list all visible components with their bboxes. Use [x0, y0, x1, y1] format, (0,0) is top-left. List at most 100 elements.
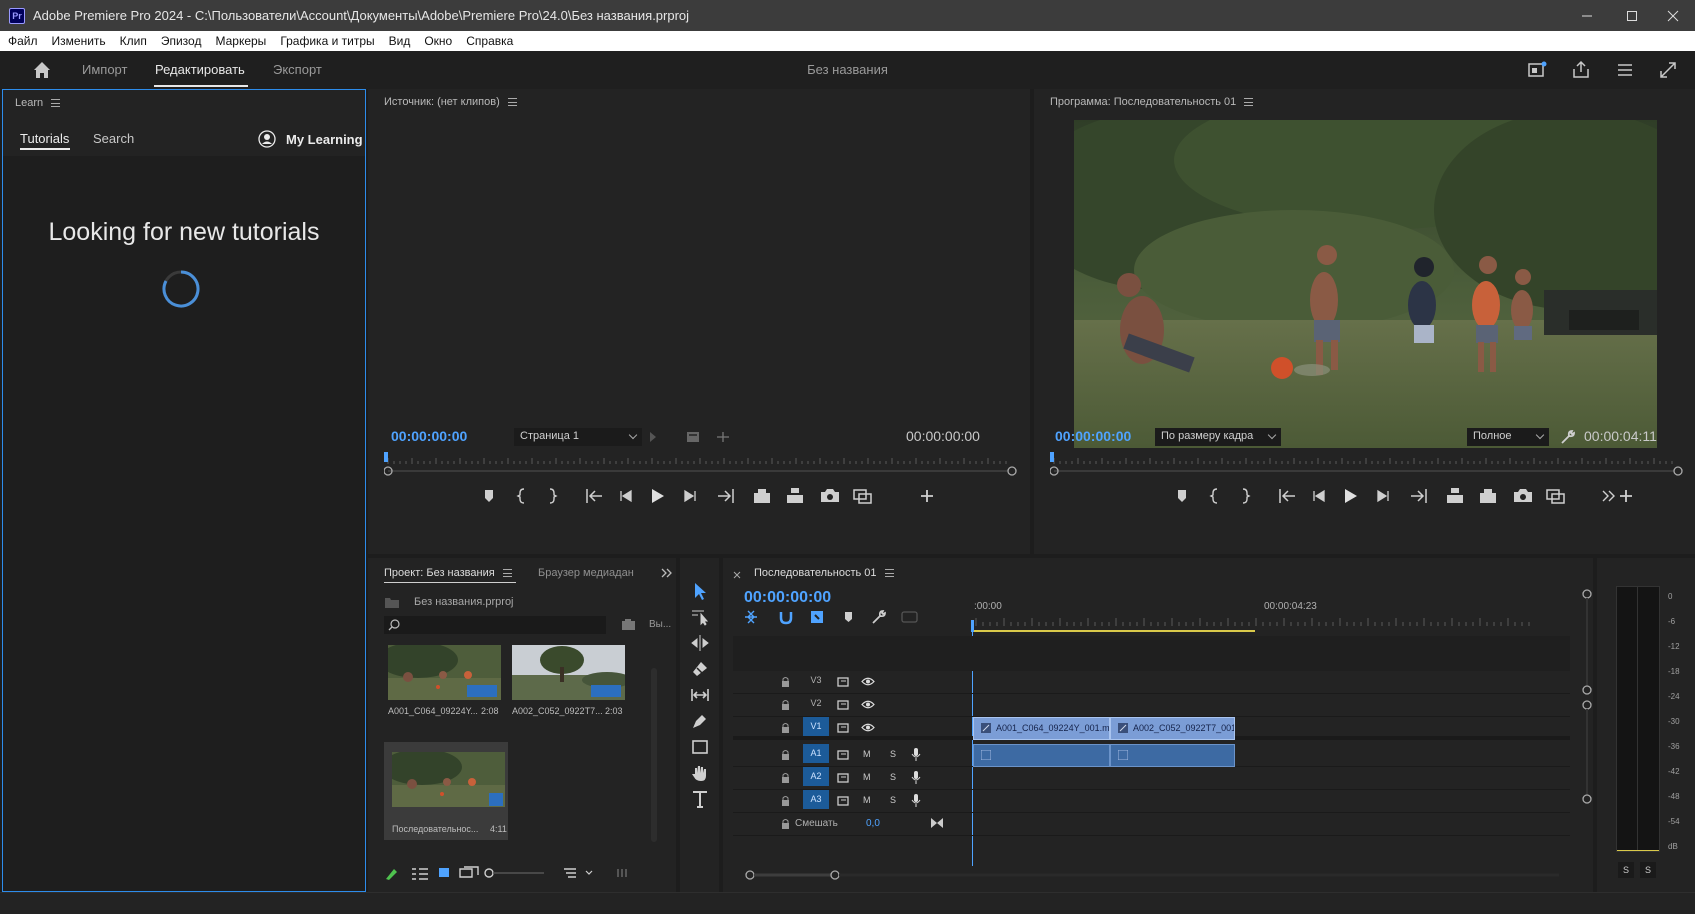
menu-edit[interactable]: Изменить [52, 34, 106, 48]
fullscreen-button[interactable] [1657, 59, 1679, 81]
mute-button[interactable]: M [863, 772, 871, 782]
track-label[interactable]: A3 [803, 790, 829, 809]
solo-left-button[interactable]: S [1618, 862, 1634, 878]
work-area-bar[interactable] [972, 630, 1255, 632]
track-label[interactable]: V3 [803, 671, 829, 690]
my-learning-button[interactable]: My Learning [258, 130, 363, 148]
overflow-chevrons-icon[interactable] [661, 568, 673, 578]
settings-square-icon[interactable] [686, 430, 700, 444]
track-v3[interactable]: V3 [733, 671, 1570, 694]
timeline-clip-audio[interactable] [1110, 744, 1235, 767]
empty-track-area[interactable] [733, 636, 1570, 671]
workspaces-button[interactable] [1614, 59, 1636, 81]
panel-menu-icon[interactable] [1244, 98, 1254, 107]
solo-button[interactable]: S [890, 772, 896, 782]
track-a3[interactable]: A3 M S [733, 790, 1570, 813]
lock-icon[interactable] [781, 772, 790, 783]
lock-icon[interactable] [781, 699, 790, 710]
solo-button[interactable]: S [890, 795, 896, 805]
microphone-icon[interactable] [911, 747, 921, 762]
source-page-select[interactable]: Страница 1 [514, 428, 642, 446]
panel-menu-icon[interactable] [884, 569, 894, 578]
solo-right-button[interactable]: S [1640, 862, 1656, 878]
project-view-label[interactable]: Вы... [649, 619, 671, 630]
tab-tutorials[interactable]: Tutorials [20, 131, 69, 146]
ripple-edit-tool-icon[interactable] [689, 632, 711, 654]
panel-menu-icon[interactable] [502, 569, 512, 578]
track-label[interactable]: A1 [803, 744, 829, 763]
menu-view[interactable]: Вид [389, 34, 411, 48]
solo-button[interactable]: S [890, 749, 896, 759]
menu-window[interactable]: Окно [424, 34, 452, 48]
track-v2[interactable]: V2 [733, 694, 1570, 717]
minimize-button[interactable] [1564, 0, 1610, 31]
source-viewer[interactable] [368, 117, 1030, 447]
tab-search[interactable]: Search [93, 131, 134, 146]
program-time-ruler[interactable] [1050, 452, 1686, 476]
new-bin-icon[interactable] [621, 618, 637, 632]
panel-menu-icon[interactable] [51, 99, 61, 108]
mute-button[interactable]: M [863, 795, 871, 805]
source-timecode-in[interactable]: 00:00:00:00 [391, 428, 467, 444]
close-icon[interactable] [733, 571, 741, 579]
sync-lock-icon[interactable] [837, 722, 851, 733]
track-label[interactable]: A2 [803, 767, 829, 786]
eye-icon[interactable] [861, 699, 875, 710]
media-browser-tab[interactable]: Браузер медиадан [538, 567, 634, 579]
timeline-clip-video[interactable]: A001_C064_09224Y_001.mp [973, 717, 1110, 740]
program-quality-select[interactable]: Полное [1467, 428, 1549, 446]
timeline-toolbar[interactable] [743, 608, 923, 626]
program-video-frame[interactable] [1074, 120, 1657, 448]
selection-tool-icon[interactable] [689, 580, 711, 602]
track-select-tool-icon[interactable] [689, 606, 711, 628]
go-to-end-icon[interactable] [930, 817, 944, 829]
project-tab[interactable]: Проект: Без названия [384, 567, 512, 579]
timeline-horizontal-scrollbar[interactable] [744, 869, 1564, 881]
track-label[interactable]: V1 [803, 717, 829, 736]
program-transport-controls[interactable] [1173, 485, 1693, 507]
lock-icon[interactable] [781, 722, 790, 733]
track-a2[interactable]: A2 M S [733, 767, 1570, 790]
timeline-clip-video[interactable]: A002_C052_0922T7_001. [1110, 717, 1235, 740]
mute-button[interactable]: M [863, 749, 871, 759]
timeline-ruler[interactable] [972, 614, 1532, 628]
maximize-button[interactable] [1609, 0, 1655, 31]
timeline-timecode[interactable]: 00:00:00:00 [744, 589, 831, 607]
source-time-ruler[interactable] [384, 452, 1020, 476]
sync-lock-icon[interactable] [837, 676, 851, 687]
project-item-sequence[interactable]: Последовательнос... 4:11 [384, 742, 508, 840]
source-transport-controls[interactable] [480, 485, 1020, 507]
track-label[interactable]: V2 [803, 694, 829, 713]
microphone-icon[interactable] [911, 770, 921, 785]
project-item[interactable]: A002_C052_0922T7... 2:03 [508, 642, 628, 720]
menu-file[interactable]: Файл [8, 34, 38, 48]
wrench-icon[interactable] [1560, 429, 1576, 445]
share-button[interactable] [1570, 59, 1592, 81]
timeline-tab[interactable]: Последовательность 01 [754, 567, 894, 579]
lock-icon[interactable] [781, 818, 790, 829]
menu-sequence[interactable]: Эпизод [161, 34, 202, 48]
hand-tool-icon[interactable] [689, 762, 711, 784]
project-item[interactable]: A001_C064_09224Y... 2:08 [384, 642, 504, 720]
type-tool-icon[interactable] [689, 788, 711, 810]
menu-markers[interactable]: Маркеры [215, 34, 266, 48]
menu-help[interactable]: Справка [466, 34, 513, 48]
mix-value[interactable]: 0,0 [866, 818, 880, 829]
slip-tool-icon[interactable] [689, 684, 711, 706]
insert-arrows-icon[interactable] [715, 430, 731, 444]
project-bottom-toolbar[interactable] [384, 864, 674, 882]
quick-export-button[interactable] [1526, 59, 1548, 81]
panel-menu-icon[interactable] [507, 98, 517, 107]
menu-clip[interactable]: Клип [120, 34, 147, 48]
lock-icon[interactable] [781, 795, 790, 806]
sync-lock-icon[interactable] [837, 772, 851, 783]
eye-icon[interactable] [861, 676, 875, 687]
timeline-clip-audio[interactable] [973, 744, 1110, 767]
menu-graphics[interactable]: Графика и титры [280, 34, 374, 48]
microphone-icon[interactable] [911, 793, 921, 808]
program-fit-select[interactable]: По размеру кадра [1155, 428, 1281, 446]
pen-tool-icon[interactable] [689, 710, 711, 732]
rectangle-tool-icon[interactable] [689, 736, 711, 758]
lock-icon[interactable] [781, 749, 790, 760]
eye-icon[interactable] [861, 722, 875, 733]
